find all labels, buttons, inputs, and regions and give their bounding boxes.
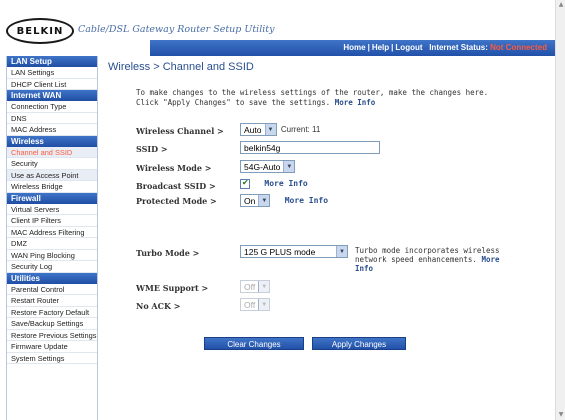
sidebar-item-restart-router[interactable]: Restart Router — [7, 295, 97, 307]
sidebar-item-security[interactable]: Security — [7, 158, 97, 170]
top-nav-bar: Home | Help | Logout Internet Status: Not Co… — [150, 40, 555, 56]
wireless-channel-control: Auto ▼ Current: 11 — [240, 123, 320, 136]
sidebar-section-wireless: Wireless — [7, 135, 97, 147]
wme-support-label: WME Support > — [136, 283, 209, 293]
protected-mode-label: Protected Mode > — [136, 196, 217, 206]
sidebar-item-restore-factory-default[interactable]: Restore Factory Default — [7, 307, 97, 318]
sidebar-item-wireless-bridge[interactable]: Wireless Bridge — [7, 181, 97, 193]
sidebar-item-restore-previous-settings[interactable]: Restore Previous Settings — [7, 330, 97, 341]
no-ack-label: No ACK > — [136, 301, 181, 311]
sidebar-item-parental-control[interactable]: Parental Control — [7, 284, 97, 295]
belkin-logo: BELKIN — [6, 18, 74, 44]
sidebar-item-client-ip-filters[interactable]: Client IP Filters — [7, 215, 97, 227]
sidebar-item-channel-and-ssid[interactable]: Channel and SSID — [7, 146, 97, 158]
vertical-scrollbar[interactable]: ▲ ▼ — [555, 0, 565, 420]
sidebar-section-internet-wan: Internet WAN — [7, 90, 97, 101]
current-channel: Current: 11 — [280, 125, 321, 134]
chevron-down-icon: ▼ — [258, 299, 270, 310]
no-ack-select: Off ▼ — [240, 298, 271, 311]
sidebar-item-use-as-access-point[interactable]: Use as Access Point — [7, 169, 97, 181]
intro-more-info-link[interactable]: More Info — [335, 98, 376, 107]
sidebar-item-lan-settings[interactable]: LAN Settings — [7, 67, 97, 79]
chevron-down-icon: ▼ — [258, 281, 270, 292]
wme-support-select: Off ▼ — [240, 280, 271, 293]
internet-status-label: Internet Status: — [429, 43, 488, 52]
sidebar-section-firewall: Firewall — [7, 192, 97, 204]
protected-mode-select[interactable]: On ▼ — [240, 194, 271, 207]
ssid-input[interactable] — [240, 141, 380, 154]
chevron-down-icon: ▼ — [336, 246, 347, 257]
page-title: Wireless > Channel and SSID — [108, 61, 254, 73]
sidebar-item-mac-address-filtering[interactable]: MAC Address Filtering — [7, 227, 97, 238]
intro-text: To make changes to the wireless settings… — [136, 88, 489, 107]
sidebar-section-utilities: Utilities — [7, 272, 97, 284]
scroll-up-icon[interactable]: ▲ — [556, 0, 565, 10]
protected-more-info-link[interactable]: More Info — [285, 196, 328, 205]
internet-status-value: Not Connected — [490, 43, 547, 52]
turbo-mode-note: Turbo mode incorporates wireless network… — [355, 246, 500, 273]
wireless-mode-label: Wireless Mode > — [136, 163, 212, 173]
sidebar-nav: LAN Setup LAN Settings DHCP Client List … — [6, 56, 98, 420]
sidebar-item-wan-ping-blocking[interactable]: WAN Ping Blocking — [7, 250, 97, 261]
sidebar-item-save-backup-settings[interactable]: Save/Backup Settings — [7, 318, 97, 330]
apply-changes-button[interactable]: Apply Changes — [312, 337, 406, 350]
turbo-mode-select[interactable]: 125 G PLUS mode ▼ — [240, 245, 348, 258]
wireless-channel-select[interactable]: Auto ▼ — [240, 123, 277, 136]
broadcast-ssid-label: Broadcast SSID > — [136, 181, 216, 191]
sidebar-item-dhcp-client-list[interactable]: DHCP Client List — [7, 79, 97, 90]
turbo-mode-label: Turbo Mode > — [136, 248, 200, 258]
turbo-mode-control: 125 G PLUS mode ▼ — [240, 245, 348, 258]
sidebar-item-dns[interactable]: DNS — [7, 113, 97, 124]
sidebar-item-mac-address[interactable]: MAC Address — [7, 124, 97, 136]
sidebar-item-system-settings[interactable]: System Settings — [7, 353, 97, 364]
broadcast-more-info-link[interactable]: More Info — [264, 179, 307, 188]
sidebar-item-security-log[interactable]: Security Log — [7, 261, 97, 273]
broadcast-ssid-checkbox[interactable] — [240, 178, 250, 189]
help-link[interactable]: Help — [372, 43, 389, 52]
protected-mode-control: On ▼ More Info — [240, 194, 328, 207]
wireless-mode-select[interactable]: 54G-Auto ▼ — [240, 160, 296, 173]
logout-link[interactable]: Logout — [395, 43, 422, 52]
wireless-channel-label: Wireless Channel > — [136, 126, 224, 136]
ssid-label: SSID > — [136, 144, 168, 154]
wireless-mode-control: 54G-Auto ▼ — [240, 160, 296, 173]
home-link[interactable]: Home — [343, 43, 365, 52]
sidebar-section-lan-setup: LAN Setup — [7, 56, 97, 67]
wme-support-control: Off ▼ — [240, 280, 271, 293]
chevron-down-icon: ▼ — [264, 124, 276, 135]
sidebar-item-virtual-servers[interactable]: Virtual Servers — [7, 204, 97, 215]
sidebar-item-connection-type[interactable]: Connection Type — [7, 101, 97, 113]
ssid-control — [240, 141, 380, 154]
no-ack-control: Off ▼ — [240, 298, 271, 311]
header: BELKIN Cable/DSL Gateway Router Setup Ut… — [0, 0, 555, 56]
broadcast-ssid-control: More Info — [240, 178, 308, 189]
main-content: Wireless > Channel and SSID To make chan… — [98, 56, 555, 420]
sidebar-item-dmz[interactable]: DMZ — [7, 238, 97, 250]
chevron-down-icon: ▼ — [258, 195, 270, 206]
top-links: Home | Help | Logout Internet Status: Not Co… — [343, 43, 547, 52]
app-title: Cable/DSL Gateway Router Setup Utility — [78, 24, 275, 35]
scroll-down-icon[interactable]: ▼ — [556, 410, 565, 420]
clear-changes-button[interactable]: Clear Changes — [204, 337, 304, 350]
sidebar-item-firmware-update[interactable]: Firmware Update — [7, 341, 97, 353]
chevron-down-icon: ▼ — [283, 161, 295, 172]
